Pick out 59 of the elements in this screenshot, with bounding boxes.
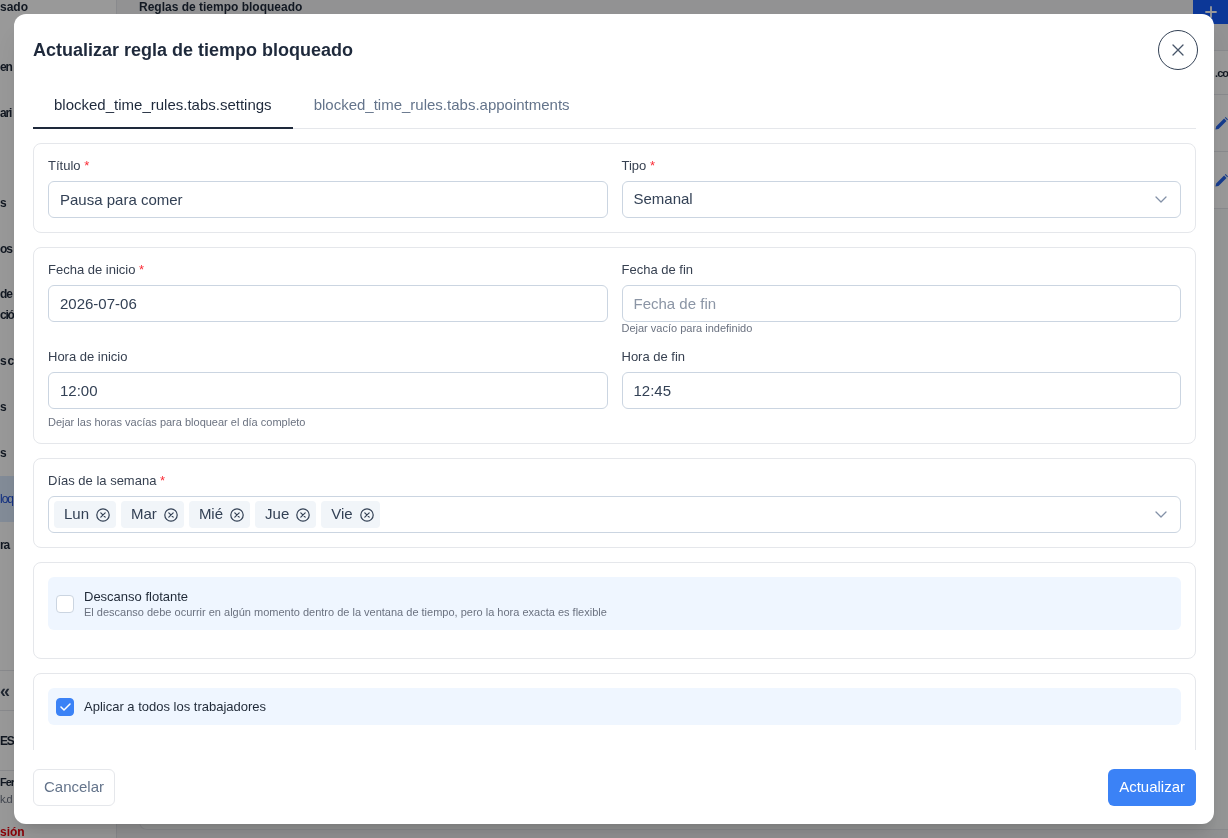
brand-name: sado <box>0 0 28 14</box>
input-field[interactable]: 12:00 <box>48 372 608 409</box>
day-chip[interactable]: Vie <box>321 501 380 528</box>
field-label: Hora de inicio <box>48 349 129 365</box>
field-label: Hora de fin <box>621 349 687 365</box>
field-label: Tipo * <box>621 158 656 174</box>
checkmark-icon <box>59 702 71 711</box>
collapse-button[interactable]: « <box>0 680 10 701</box>
sidebar-item[interactable]: os <box>0 238 12 260</box>
dialog-title: Actualizar regla de tiempo bloqueado <box>33 39 354 62</box>
sidebar-item[interactable]: de ció <box>0 284 14 326</box>
user-email: k.d <box>0 792 12 806</box>
field-label: Fecha de inicio * <box>48 262 146 278</box>
chevron-down-icon <box>1155 511 1167 518</box>
input-field[interactable]: Pausa para comer <box>48 181 608 218</box>
option-label: Descanso flotante <box>84 588 189 605</box>
logout-link[interactable]: sión <box>0 826 25 838</box>
x-circle-icon[interactable] <box>359 507 374 522</box>
pencil-icon[interactable] <box>1215 173 1228 187</box>
sidebar-item[interactable]: s <box>0 192 6 214</box>
hint-text: Dejar las horas vacías para bloquear el día completo <box>48 416 306 429</box>
pencil-icon[interactable] <box>1215 116 1228 130</box>
multi-select[interactable]: Lun Mar Mié Jue Vie <box>48 496 1181 533</box>
x-circle-icon[interactable] <box>296 507 311 522</box>
field-label: Fecha de fin <box>621 262 695 278</box>
day-chip[interactable]: Jue <box>255 501 317 528</box>
day-chip[interactable]: Lun <box>54 501 117 528</box>
dropdown[interactable]: Semanal <box>621 181 1181 218</box>
update-button[interactable]: Actualizar <box>1108 769 1196 806</box>
field-label: Días de la semana * <box>48 473 167 489</box>
tab[interactable]: blocked_time_rules.tabs.settings <box>33 84 293 129</box>
day-chip[interactable]: Mar <box>121 501 184 528</box>
sidebar-item[interactable]: ra <box>0 534 9 556</box>
input-field[interactable]: Fecha de fin <box>621 285 1181 322</box>
section-label: ES <box>0 732 14 749</box>
sidebar-item[interactable]: s <box>0 396 6 418</box>
sidebar-item[interactable]: loq <box>0 476 14 522</box>
checkbox[interactable] <box>56 697 74 716</box>
table-cell: .co <box>1215 65 1228 80</box>
input-field[interactable]: 12:45 <box>621 372 1181 409</box>
sidebar-item[interactable]: en <box>0 56 12 78</box>
x-circle-icon[interactable] <box>96 507 111 522</box>
sidebar-item[interactable]: ari <box>0 102 12 124</box>
hint-text: Dejar vacío para indefinido <box>621 322 754 335</box>
option-label: Aplicar a todos los trabajadores <box>84 698 267 715</box>
sidebar-item[interactable]: s <box>0 442 6 464</box>
input-field[interactable]: 2026-07-06 <box>48 285 608 322</box>
page-title: Reglas de tiempo bloqueado <box>139 0 303 14</box>
field-label: Título * <box>48 158 91 174</box>
cancel-button[interactable]: Cancelar <box>33 769 116 806</box>
tab[interactable]: blocked_time_rules.tabs.appointments <box>292 84 591 129</box>
user-name: Fer <box>0 775 15 789</box>
close-icon <box>1172 44 1184 56</box>
sidebar-item[interactable]: s c <box>0 350 14 372</box>
chevron-down-icon <box>1155 196 1167 203</box>
day-chip[interactable]: Mié <box>188 501 251 528</box>
option-description: El descanso debe ocurrir en algún momento dentro de la ventana de tiempo, pero la hora exacta es flexible <box>84 604 607 619</box>
x-circle-icon[interactable] <box>163 507 178 522</box>
x-circle-icon[interactable] <box>230 507 245 522</box>
